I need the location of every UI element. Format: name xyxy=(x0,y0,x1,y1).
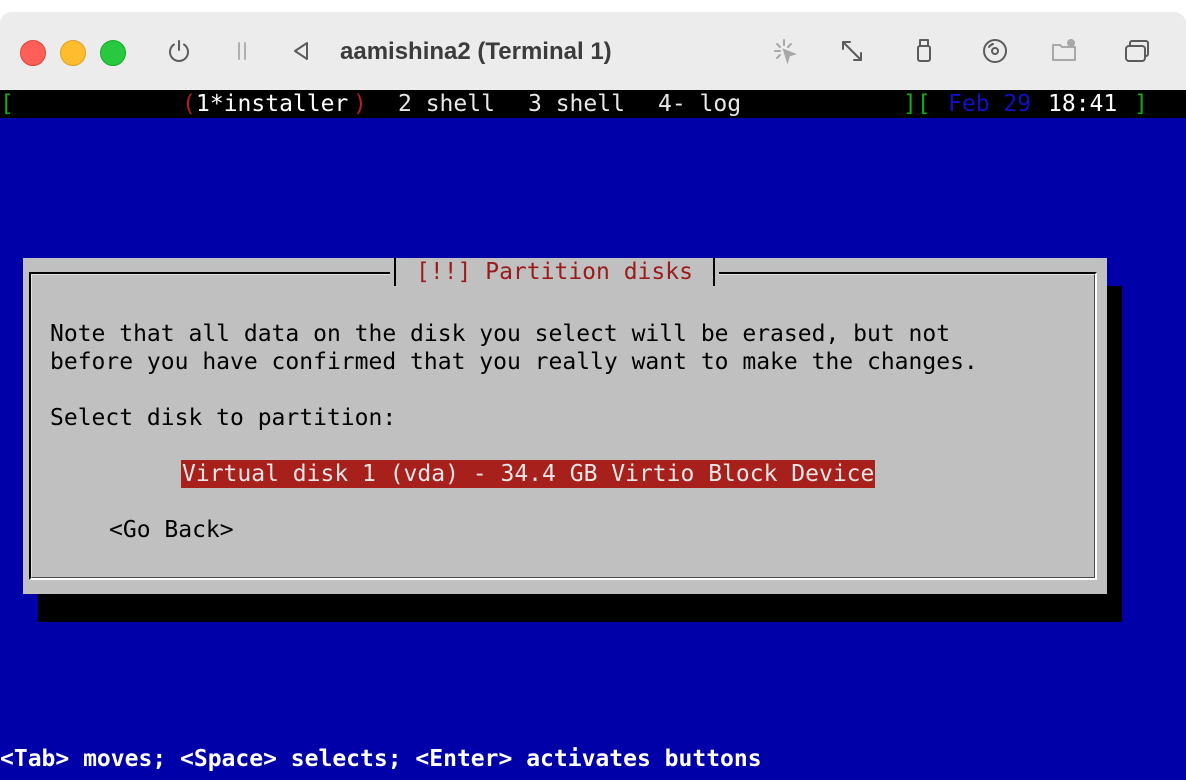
dialog-title: [!!] Partition disks xyxy=(416,259,693,285)
statusbar-time: 18:41 xyxy=(1048,91,1118,117)
statusbar-paren-open: ( xyxy=(182,91,196,117)
title-bar-right xyxy=(712,258,715,286)
statusbar-mid-bracket: ][ xyxy=(903,91,931,117)
disc-icon[interactable] xyxy=(978,34,1012,68)
close-button[interactable] xyxy=(20,40,46,66)
usb-icon[interactable] xyxy=(907,34,941,68)
power-icon[interactable] xyxy=(162,34,196,68)
resize-icon[interactable] xyxy=(835,34,869,68)
vm-window: aamishina2 (Terminal 1) [(1*installer … xyxy=(0,12,1186,780)
tab-shell-3[interactable]: 3 shell xyxy=(528,90,625,118)
pause-icon[interactable] xyxy=(225,34,259,68)
statusbar-date: Feb 29 xyxy=(948,91,1032,117)
titlebar: aamishina2 (Terminal 1) xyxy=(0,12,1186,90)
statusbar-left-bracket: [ xyxy=(0,91,14,117)
disk-list-item[interactable]: Virtual disk 1 (vda) - 34.4 GB Virtio Bl… xyxy=(181,460,876,488)
minimize-button[interactable] xyxy=(60,40,86,66)
statusbar-right-bracket: ] xyxy=(1134,91,1148,117)
go-back-button[interactable]: <Go Back> xyxy=(109,516,234,544)
dialog-message-line1: Note that all data on the disk you selec… xyxy=(50,321,951,347)
shared-folder-icon[interactable] xyxy=(1047,34,1081,68)
dialog-prompt: Select disk to partition: xyxy=(50,405,397,431)
help-line: <Tab> moves; <Space> selects; <Enter> ac… xyxy=(0,746,762,772)
statusbar-paren-close: ) xyxy=(353,91,367,117)
tab-log[interactable]: 4- log xyxy=(658,90,741,118)
screen-statusbar: [ ( 1*installer ) 2 shell 3 shell 4- log… xyxy=(0,90,1186,118)
capture-pointer-icon[interactable] xyxy=(767,34,801,68)
zoom-button[interactable] xyxy=(100,40,126,66)
tab-shell-2[interactable]: 2 shell xyxy=(398,90,495,118)
window-title: aamishina2 (Terminal 1) xyxy=(340,38,612,65)
terminal-screen[interactable]: [ ( 1*installer ) 2 shell 3 shell 4- log… xyxy=(0,90,1186,780)
dialog-message-line2: before you have confirmed that you reall… xyxy=(50,349,978,375)
partition-dialog: [!!] Partition disks Note that all data … xyxy=(23,258,1107,594)
dialog-title-wrap: [!!] Partition disks xyxy=(390,258,719,286)
tab-installer[interactable]: 1*installer xyxy=(196,90,348,118)
back-icon[interactable] xyxy=(284,34,318,68)
windows-icon[interactable] xyxy=(1119,34,1153,68)
